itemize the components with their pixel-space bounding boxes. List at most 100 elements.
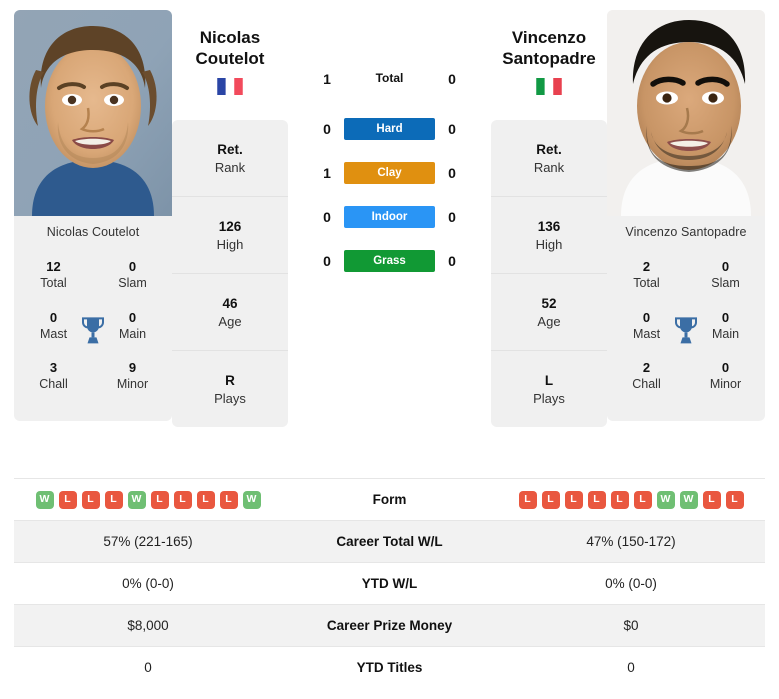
left-player-photo[interactable] <box>14 10 172 216</box>
table-row-ytd-wl: 0% (0-0) YTD W/L 0% (0-0) <box>14 562 765 605</box>
surface-badge-clay[interactable]: Clay <box>344 161 435 185</box>
titles-label: Chall <box>39 377 68 392</box>
titles-cell: 9 Minor <box>93 352 172 403</box>
info-value: Ret. <box>536 142 562 157</box>
h2h-left-score: 0 <box>323 209 331 225</box>
titles-value: 3 <box>49 360 58 375</box>
info-label: Rank <box>533 159 565 175</box>
titles-label: Total <box>633 276 660 291</box>
info-value: R <box>225 373 235 389</box>
form-badge-win[interactable]: W <box>679 490 698 509</box>
form-badge-loss[interactable]: L <box>81 490 100 509</box>
info-row-rank: Ret. Rank <box>491 120 607 198</box>
left-career-total-wl: 57% (221-165) <box>103 534 193 549</box>
titles-label: Chall <box>632 377 661 392</box>
info-row-age: 52 Age <box>491 274 607 352</box>
h2h-row-grass: 0 Grass 0 <box>288 249 491 273</box>
form-badge-win[interactable]: W <box>242 490 261 509</box>
left-ytd-wl: 0% (0-0) <box>122 576 174 591</box>
trophy-icon <box>80 315 106 345</box>
right-career-prize-money: $0 <box>623 618 639 633</box>
form-badge-win[interactable]: W <box>35 490 54 509</box>
right-player-last-name: Santopadre <box>502 48 596 68</box>
right-ytd-titles: 0 <box>627 660 635 675</box>
trophy-icon <box>673 315 699 345</box>
titles-value: 0 <box>721 360 730 375</box>
right-player-header: Vincenzo Santopadre <box>491 10 607 120</box>
titles-label: Minor <box>709 377 742 392</box>
h2h-row-total: 1 Total 0 <box>288 68 491 90</box>
surface-badge-indoor[interactable]: Indoor <box>344 205 435 229</box>
info-row-high: 126 High <box>172 197 288 275</box>
left-ytd-titles: 0 <box>144 660 152 675</box>
info-label: Plays <box>214 390 246 406</box>
right-player-photo-card[interactable]: Vincenzo Santopadre 2 Total 0 Slam 0 Mas… <box>607 10 765 421</box>
row-label-ytd-titles: YTD Titles <box>356 660 423 675</box>
h2h-surface-label: Total <box>375 71 404 86</box>
titles-cell: 0 Slam <box>93 251 172 302</box>
info-value: 52 <box>541 296 557 312</box>
left-player-first-name: Nicolas <box>199 28 261 47</box>
form-badge-loss[interactable]: L <box>541 490 560 509</box>
right-ytd-wl: 0% (0-0) <box>605 576 657 591</box>
info-value: 46 <box>222 296 238 312</box>
info-row-rank: Ret. Rank <box>172 120 288 198</box>
info-label: Age <box>218 313 242 329</box>
form-badge-loss[interactable]: L <box>150 490 169 509</box>
form-badge-loss[interactable]: L <box>702 490 721 509</box>
info-value: 126 <box>218 219 242 235</box>
form-badge-win[interactable]: W <box>656 490 675 509</box>
titles-cell: 3 Chall <box>14 352 93 403</box>
info-label: Plays <box>533 390 565 406</box>
row-label-ytd-wl: YTD W/L <box>361 576 418 591</box>
flag-italy-icon <box>536 78 562 96</box>
titles-value: 12 <box>46 259 61 274</box>
h2h-row-indoor: 0 Indoor 0 <box>288 205 491 229</box>
form-badge-loss[interactable]: L <box>587 490 606 509</box>
left-player-column: Nicolas Coutelot 12 Total 0 Slam 0 Mast <box>14 10 172 421</box>
info-label: High <box>535 236 563 252</box>
right-player-column: Vincenzo Santopadre 2 Total 0 Slam 0 Mas… <box>607 10 765 421</box>
info-row-age: 46 Age <box>172 274 288 352</box>
right-form-cell: LLLLLLWWLL <box>497 479 765 521</box>
left-player-info-card: Ret. Rank 126 High 46 Age R Plays <box>172 120 288 428</box>
form-badge-loss[interactable]: L <box>219 490 238 509</box>
form-badge-loss[interactable]: L <box>196 490 215 509</box>
titles-cell: 2 Total <box>607 251 686 302</box>
titles-value: 2 <box>642 360 651 375</box>
left-player-info-column: Nicolas Coutelot Ret. Rank 126 High 46 A… <box>172 10 288 428</box>
h2h-left-score: 0 <box>323 253 331 269</box>
table-row-form: WLLLWLLLLW Form LLLLLLWWLL <box>14 478 765 521</box>
info-value: L <box>544 373 554 389</box>
h2h-right-score: 0 <box>448 121 456 137</box>
surface-badge-grass[interactable]: Grass <box>344 249 435 273</box>
comparison-table: WLLLWLLLLW Form LLLLLLWWLL 57% (221-165)… <box>14 478 765 688</box>
h2h-right-score: 0 <box>448 209 456 225</box>
form-badge-loss[interactable]: L <box>104 490 123 509</box>
h2h-row-hard: 0 Hard 0 <box>288 117 491 141</box>
form-badge-loss[interactable]: L <box>173 490 192 509</box>
titles-label: Slam <box>711 276 740 291</box>
titles-value: 0 <box>128 259 137 274</box>
titles-label: Minor <box>116 377 149 392</box>
info-row-high: 136 High <box>491 197 607 275</box>
titles-label: Total <box>40 276 67 291</box>
form-badge-loss[interactable]: L <box>518 490 537 509</box>
right-player-photo[interactable] <box>607 10 765 216</box>
head-to-head-column: 1 Total 0 0 Hard 0 1 Clay 0 0 Indoor 0 0 <box>288 10 491 294</box>
form-badge-loss[interactable]: L <box>610 490 629 509</box>
form-badge-win[interactable]: W <box>127 490 146 509</box>
right-player-info-column: Vincenzo Santopadre Ret. Rank 136 High 5… <box>491 10 607 428</box>
h2h-row-clay: 1 Clay 0 <box>288 161 491 185</box>
h2h-right-score: 0 <box>448 71 456 87</box>
form-badge-loss[interactable]: L <box>58 490 77 509</box>
form-badge-loss[interactable]: L <box>725 490 744 509</box>
form-badge-loss[interactable]: L <box>564 490 583 509</box>
right-player-info-card: Ret. Rank 136 High 52 Age L Plays <box>491 120 607 428</box>
h2h-left-score: 0 <box>323 121 331 137</box>
h2h-right-score: 0 <box>448 253 456 269</box>
form-badge-loss[interactable]: L <box>633 490 652 509</box>
left-player-photo-card[interactable]: Nicolas Coutelot 12 Total 0 Slam 0 Mast <box>14 10 172 421</box>
row-label-career-total-wl: Career Total W/L <box>336 534 443 549</box>
surface-badge-hard[interactable]: Hard <box>344 117 435 141</box>
